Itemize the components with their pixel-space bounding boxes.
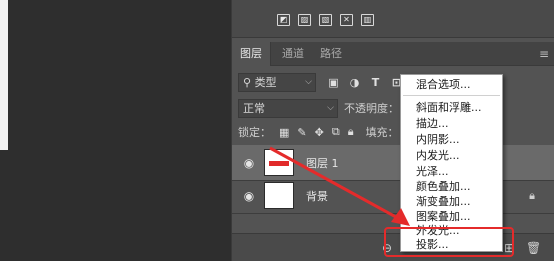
menu-item-color-overlay[interactable]: 颜色叠加...	[416, 180, 471, 194]
lock-artboard-icon[interactable]: ⧉	[332, 125, 340, 139]
thumbnail-red-bar	[269, 161, 289, 166]
filter-icons: ▣ ◑ T ⊡	[328, 77, 402, 88]
panel-menu-icon[interactable]: ≡	[539, 47, 549, 61]
menu-item-gradient-overlay[interactable]: 渐变叠加...	[416, 195, 471, 209]
document-canvas-area[interactable]	[0, 0, 231, 261]
layer-row[interactable]: ◉ 图层 1	[232, 145, 554, 181]
blend-mode-select[interactable]: 正常 ⌵	[238, 98, 338, 118]
filter-kind-label: 类型	[254, 75, 277, 89]
lock-all-icon[interactable]: 🔒︎	[348, 125, 354, 139]
menu-item-satin[interactable]: 光泽...	[416, 165, 449, 179]
lock-transparent-icon[interactable]: ▦	[279, 126, 289, 139]
lock-icon: 🔒︎	[529, 188, 535, 202]
opacity-label: 不透明度：	[344, 102, 399, 115]
menu-item-pattern-overlay[interactable]: 图案叠加...	[416, 210, 471, 224]
pixel-filter-icon[interactable]: ▣	[328, 77, 339, 88]
lock-label: 锁定：	[238, 126, 271, 139]
menu-item-inner-glow[interactable]: 内发光...	[416, 149, 460, 163]
layers-panel: ◩ ▨ ▧ ✕ ▥ 图层 通道 路径 ≡ ⚲ 类型 ⌵ ▣ ◑ T ⊡ 正常 ⌵…	[231, 0, 554, 261]
menu-item-blending-options[interactable]: 混合选项...	[416, 78, 471, 92]
search-icon: ⚲	[243, 75, 255, 89]
panel-tabs: 图层 通道 路径 ≡	[232, 42, 554, 66]
layer-style-menu: 混合选项... 斜面和浮雕... 描边... 内阴影... 内发光... 光泽.…	[400, 74, 503, 252]
lock-position-icon[interactable]: ✥	[315, 126, 324, 139]
visibility-eye-icon[interactable]: ◉	[238, 189, 260, 203]
invert-icon[interactable]: ✕	[340, 14, 353, 26]
menu-divider	[403, 95, 500, 96]
visibility-eye-icon[interactable]: ◉	[238, 156, 260, 170]
gradient-map-icon[interactable]: ◩	[277, 14, 290, 26]
layer-thumbnail	[264, 182, 294, 209]
selective-color-icon[interactable]: ▨	[298, 14, 311, 26]
annotation-highlight-box	[384, 227, 514, 257]
tab-channels[interactable]: 通道	[274, 42, 312, 66]
menu-item-bevel-emboss[interactable]: 斜面和浮雕...	[416, 101, 482, 115]
menu-item-stroke[interactable]: 描边...	[416, 117, 449, 131]
adjustments-row: ◩ ▨ ▧ ✕ ▥	[277, 14, 374, 26]
blend-row: 正常 ⌵ 不透明度：	[238, 98, 399, 118]
layer-filter-row: ⚲ 类型 ⌵ ▣ ◑ T ⊡	[238, 72, 402, 92]
adjustments-panel: ◩ ▨ ▧ ✕ ▥	[232, 0, 554, 38]
menu-item-inner-shadow[interactable]: 内阴影...	[416, 133, 460, 147]
lock-image-icon[interactable]: ✎	[297, 126, 306, 139]
trash-icon[interactable]: 🗑︎	[526, 241, 541, 255]
tab-paths[interactable]: 路径	[312, 42, 350, 66]
threshold-icon[interactable]: ▧	[319, 14, 332, 26]
layer-name[interactable]: 背景	[306, 188, 328, 204]
chevron-down-icon: ⌵	[305, 76, 312, 87]
layer-thumbnail	[264, 149, 294, 176]
adjustment-filter-icon[interactable]: ◑	[349, 77, 360, 88]
blend-mode-value: 正常	[243, 101, 265, 115]
tab-layers[interactable]: 图层	[232, 42, 271, 66]
layer-name[interactable]: 图层 1	[306, 155, 339, 171]
lock-row: 锁定： ▦ ✎ ✥ ⧉ 🔒︎ 填充：	[238, 122, 399, 142]
layer-filter-select[interactable]: ⚲ 类型 ⌵	[238, 72, 316, 92]
fill-label: 填充：	[365, 126, 399, 139]
layer-row[interactable]: ◉ 背景 🔒︎	[232, 178, 554, 214]
type-filter-icon[interactable]: T	[370, 77, 381, 88]
posterize-icon[interactable]: ▥	[361, 14, 374, 26]
canvas-image-edge	[0, 0, 8, 150]
chevron-down-icon: ⌵	[327, 102, 334, 113]
